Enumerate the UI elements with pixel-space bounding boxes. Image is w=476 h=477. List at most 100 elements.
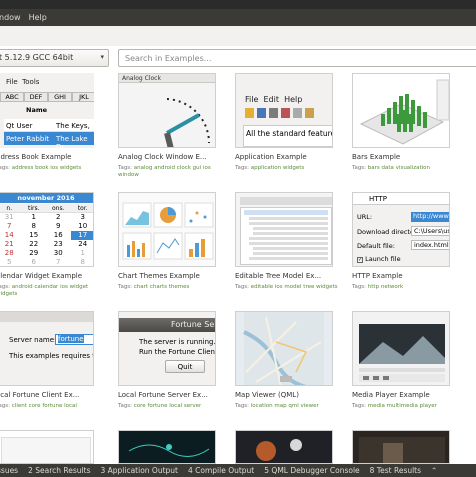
thumb-text-editor: All the standard features of xyxy=(243,125,332,147)
thumb-window-title: Analog Clock xyxy=(119,74,215,83)
thumb-cell: The Lake Dr xyxy=(56,135,88,148)
qt-creator-window: { "menubar": { "items": ["ndow", "Help"]… xyxy=(0,0,476,477)
thumb-text: The server is running. xyxy=(139,338,216,346)
thumb-tab: ABC xyxy=(0,92,24,102)
menu-window[interactable]: ndow xyxy=(0,13,25,22)
tab-compile-output[interactable]: 4 Compile Output xyxy=(183,466,259,475)
kit-selector[interactable]: t 5.12.9 GCC 64bit ▾ xyxy=(0,49,109,67)
thumb-toolbar xyxy=(245,108,332,122)
example-title: Chart Themes Example xyxy=(118,272,200,280)
toolbar-area xyxy=(0,26,476,46)
thumb-tab: DEF xyxy=(24,92,48,102)
example-tags: Tags: editable ios model tree widgets xyxy=(235,284,338,290)
http-thumbnail: HTTP URL: http://www.qt.io Download dire… xyxy=(352,192,450,267)
example-tags: Tags: media multimedia player xyxy=(352,403,437,409)
calendar-day: 29 xyxy=(29,249,39,257)
thumb-menu-file: File xyxy=(245,95,259,104)
kit-selector-value: t 5.12.9 GCC 64bit xyxy=(0,53,74,62)
calendar-day: 22 xyxy=(29,240,39,248)
fortune-client-thumbnail: Server name: fortune This examples requi… xyxy=(0,311,94,386)
calendar-day: 6 xyxy=(31,258,36,266)
calendar-day: 7 xyxy=(7,222,12,230)
thumb-cell: The Keys, xyxy=(56,122,90,130)
calendar-day: 8 xyxy=(31,222,36,230)
example-title: Analog Clock Window E... xyxy=(118,153,207,161)
cut-icon xyxy=(281,108,290,118)
tab-search-results[interactable]: 2 Search Results xyxy=(23,466,95,475)
application-thumbnail: File Edit Help All the standard features… xyxy=(235,73,333,148)
example-thumbnail xyxy=(118,430,216,464)
charts-icon xyxy=(122,202,214,260)
calendar-day: 16 xyxy=(53,231,63,239)
thumb-label: Default file: xyxy=(357,242,395,250)
map-viewer-thumbnail xyxy=(235,311,333,386)
calendar-week-row: 31 1 2 3 xyxy=(0,213,93,222)
calendar-weekday: tirs. xyxy=(27,205,40,212)
tab-qml-debugger-console[interactable]: 5 QML Debugger Console xyxy=(259,466,364,475)
calendar-year: 2016 xyxy=(56,194,75,202)
calendar-day: 24 xyxy=(78,240,88,248)
paste-icon xyxy=(305,108,314,118)
new-icon xyxy=(245,108,254,118)
example-tags: Tags: location map qml viewer xyxy=(235,403,319,409)
address-book-thumbnail: File Tools ABC DEF GHI JKL Name Qt User … xyxy=(0,73,94,148)
example-tags: Tags: chart charts themes xyxy=(118,284,190,290)
calendar-day: 10 xyxy=(78,222,88,230)
calendar-day: 3 xyxy=(80,213,85,221)
example-tags: Tags: http network xyxy=(352,284,404,290)
example-tags: Tags: application widgets xyxy=(235,165,305,171)
example-thumbnail xyxy=(235,430,333,464)
media-player-thumbnail xyxy=(352,311,450,386)
chevron-up-icon[interactable]: ⌃ xyxy=(426,466,442,475)
calendar-day: 1 xyxy=(80,249,85,257)
example-tags: Tags: android calendar ios widget widget… xyxy=(0,284,89,297)
thumb-label: URL: xyxy=(357,213,373,221)
chevron-down-icon: ▾ xyxy=(100,53,104,61)
example-tags: Tags: analog android clock gui ios windo… xyxy=(118,165,211,178)
example-title: Local Fortune Server Ex... xyxy=(118,391,208,399)
example-title: alendar Widget Example xyxy=(0,272,83,280)
calendar-day: 21 xyxy=(4,240,14,248)
tab-issues[interactable]: ssues xyxy=(0,466,23,475)
thumb-menu-file: File xyxy=(6,78,18,86)
calendar-day: 31 xyxy=(4,213,14,221)
tab-test-results[interactable]: 8 Test Results xyxy=(365,466,426,475)
example-tags: Tags: bars data visualization xyxy=(352,165,431,171)
thumb-quit-button: Quit xyxy=(165,360,205,373)
thumb-cell: Qt User xyxy=(6,122,33,130)
thumb-file-field: index.html xyxy=(411,240,449,250)
bars-thumbnail xyxy=(352,73,450,148)
calendar-day: 30 xyxy=(53,249,63,257)
calendar-day: 28 xyxy=(4,249,14,257)
calendar-day: 2 xyxy=(56,213,61,221)
thumb-label: Launch file xyxy=(365,255,401,263)
window-titlebar xyxy=(0,0,476,9)
calendar-day: 9 xyxy=(56,222,61,230)
example-title: HTTP Example xyxy=(352,272,403,280)
calendar-week-row: 14 15 16 17 xyxy=(0,231,93,240)
calendar-weekday-row: n. tirs. ons. tor. xyxy=(0,204,93,213)
output-pane-bar: ssues 2 Search Results 3 Application Out… xyxy=(0,464,476,477)
editable-tree-thumbnail xyxy=(235,192,333,267)
thumb-text: This examples requires that y xyxy=(9,352,93,360)
calendar-week-row: 28 29 30 1 xyxy=(0,249,93,258)
example-title: Media Player Example xyxy=(352,391,430,399)
example-tags: Tags: core fortune local server xyxy=(118,403,202,409)
search-input[interactable]: Search in Examples... xyxy=(118,49,476,67)
tab-application-output[interactable]: 3 Application Output xyxy=(95,466,183,475)
right-edge xyxy=(470,71,476,464)
open-icon xyxy=(257,108,266,118)
video-icon xyxy=(359,324,445,382)
clock-face-icon xyxy=(164,98,211,147)
calendar-week-row: 5 6 7 8 xyxy=(0,258,93,266)
calendar-day: 23 xyxy=(53,240,63,248)
calendar-thumbnail: november 2016 n. tirs. ons. tor. 31 1 2 3 7 8 9 10 1… xyxy=(0,192,94,267)
calendar-day: 5 xyxy=(7,258,12,266)
example-thumbnail xyxy=(352,430,450,464)
example-title: ocal Fortune Client Ex... xyxy=(0,391,80,399)
menu-help[interactable]: Help xyxy=(25,13,51,22)
example-title: Bars Example xyxy=(352,153,401,161)
thumb-window-title: Fortune Server xyxy=(119,318,215,332)
calendar-day: 1 xyxy=(31,213,36,221)
example-thumbnail xyxy=(0,430,94,464)
